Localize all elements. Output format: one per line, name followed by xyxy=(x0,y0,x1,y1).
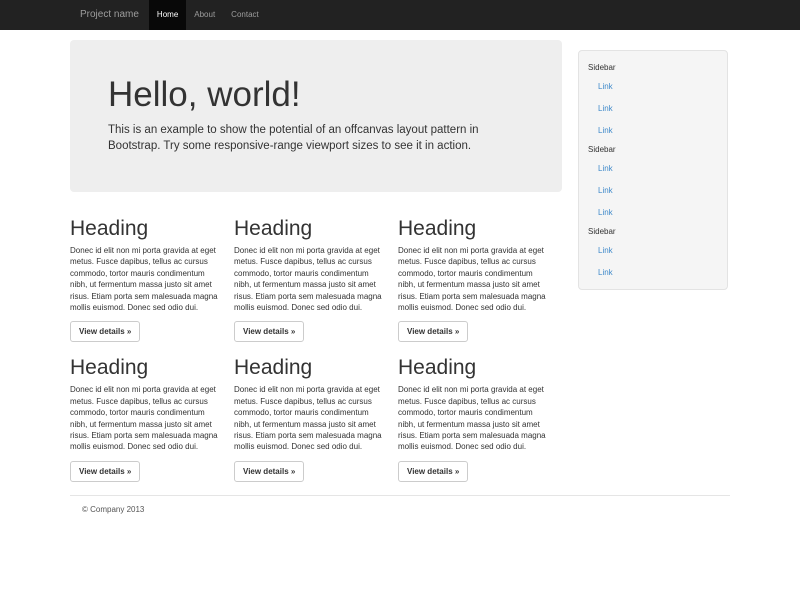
navbar-brand[interactable]: Project name xyxy=(70,0,149,30)
top-navbar: Project name Home About Contact xyxy=(0,0,800,30)
sidebar-link[interactable]: Link xyxy=(598,76,727,98)
card-heading: Heading xyxy=(398,356,550,379)
nav-item-contact[interactable]: Contact xyxy=(223,0,267,30)
sidebar-link[interactable]: Link xyxy=(598,240,727,262)
card-1: Heading Donec id elit non mi porta gravi… xyxy=(70,207,222,342)
copyright-text: © Company 2013 xyxy=(82,505,730,514)
card-heading: Heading xyxy=(70,356,222,379)
navbar-menu: Home About Contact xyxy=(149,0,267,30)
card-heading: Heading xyxy=(234,217,386,240)
jumbotron-description: This is an example to show the potential… xyxy=(108,122,508,154)
footer-divider xyxy=(70,495,730,496)
nav-item-home[interactable]: Home xyxy=(149,0,186,30)
sidebar: Sidebar Link Link Link Sidebar Link Link… xyxy=(578,50,728,290)
cards-row-1: Heading Donec id elit non mi porta gravi… xyxy=(70,207,562,342)
view-details-button[interactable]: View details » xyxy=(398,321,468,342)
view-details-button[interactable]: View details » xyxy=(70,461,140,482)
card-heading: Heading xyxy=(398,217,550,240)
sidebar-link[interactable]: Link xyxy=(598,98,727,120)
sidebar-group-3-heading: Sidebar xyxy=(588,224,727,240)
sidebar-link[interactable]: Link xyxy=(598,202,727,224)
card-2: Heading Donec id elit non mi porta gravi… xyxy=(234,207,386,342)
sidebar-group-2-heading: Sidebar xyxy=(588,142,727,158)
card-body-text: Donec id elit non mi porta gravida at eg… xyxy=(398,245,550,313)
main-content: Hello, world! This is an example to show… xyxy=(70,40,562,482)
sidebar-link[interactable]: Link xyxy=(598,262,727,284)
view-details-button[interactable]: View details » xyxy=(234,461,304,482)
view-details-button[interactable]: View details » xyxy=(398,461,468,482)
sidebar-group-1-heading: Sidebar xyxy=(588,60,727,76)
sidebar-link[interactable]: Link xyxy=(598,180,727,202)
card-body-text: Donec id elit non mi porta gravida at eg… xyxy=(70,245,222,313)
navbar-container: Project name Home About Contact xyxy=(70,0,730,30)
page-title: Hello, world! xyxy=(108,76,532,114)
card-body-text: Donec id elit non mi porta gravida at eg… xyxy=(234,245,386,313)
sidebar-link[interactable]: Link xyxy=(598,120,727,142)
card-body-text: Donec id elit non mi porta gravida at eg… xyxy=(398,384,550,452)
page-container: Hello, world! This is an example to show… xyxy=(70,40,730,514)
card-body-text: Donec id elit non mi porta gravida at eg… xyxy=(234,384,386,452)
card-5: Heading Donec id elit non mi porta gravi… xyxy=(234,346,386,481)
jumbotron: Hello, world! This is an example to show… xyxy=(70,40,562,192)
footer: © Company 2013 xyxy=(70,505,730,514)
card-heading: Heading xyxy=(70,217,222,240)
card-4: Heading Donec id elit non mi porta gravi… xyxy=(70,346,222,481)
view-details-button[interactable]: View details » xyxy=(70,321,140,342)
card-body-text: Donec id elit non mi porta gravida at eg… xyxy=(70,384,222,452)
view-details-button[interactable]: View details » xyxy=(234,321,304,342)
card-3: Heading Donec id elit non mi porta gravi… xyxy=(398,207,550,342)
card-heading: Heading xyxy=(234,356,386,379)
card-6: Heading Donec id elit non mi porta gravi… xyxy=(398,346,550,481)
nav-item-about[interactable]: About xyxy=(186,0,223,30)
cards-row-2: Heading Donec id elit non mi porta gravi… xyxy=(70,346,562,481)
sidebar-link[interactable]: Link xyxy=(598,158,727,180)
